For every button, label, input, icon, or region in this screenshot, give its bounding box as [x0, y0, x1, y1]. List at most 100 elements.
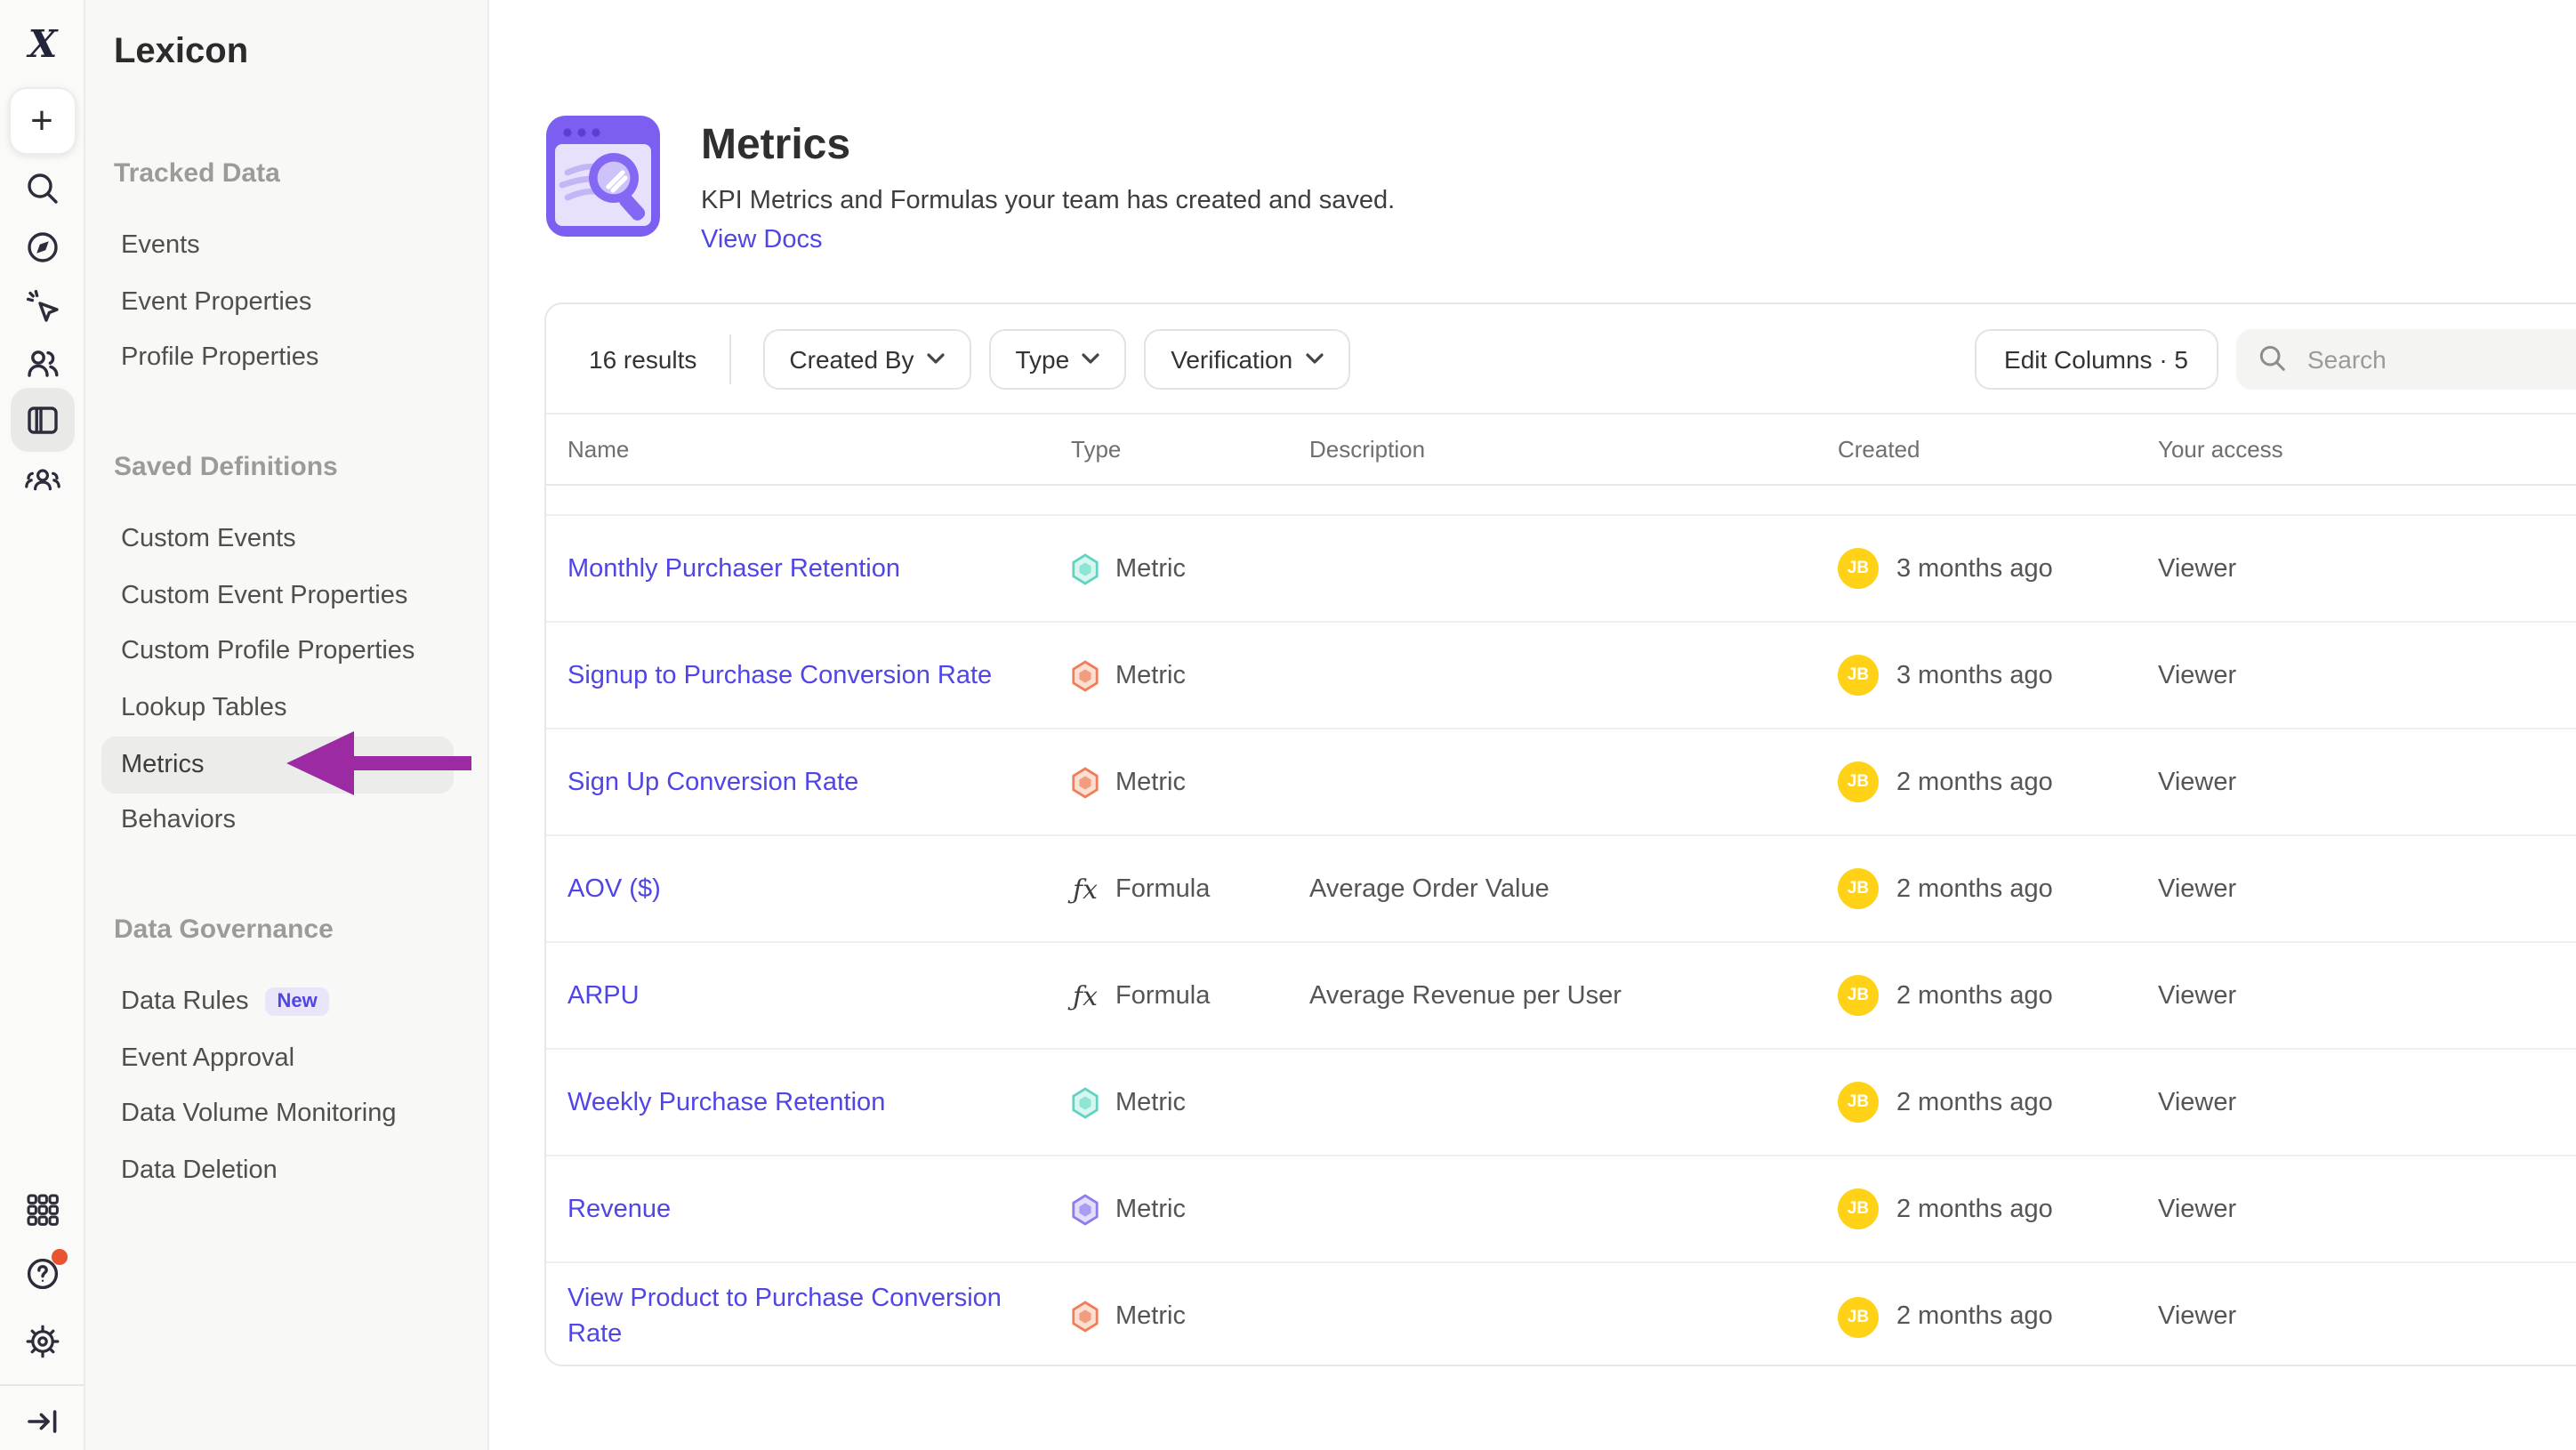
access-level: Viewer [2158, 1302, 2576, 1331]
toolbar-divider [729, 334, 730, 383]
created-ago: 2 months ago [1896, 874, 2053, 903]
settings-gear-icon[interactable] [10, 1309, 74, 1373]
type-label: Metric [1115, 1302, 1186, 1331]
search-box[interactable] [2236, 328, 2576, 389]
access-level: Viewer [2158, 661, 2576, 689]
metric-type-icon: ƒx [1071, 1086, 1099, 1118]
avatar: JB [1838, 761, 1879, 802]
sidebar-item-custom-event-properties[interactable]: Custom Event Properties [101, 568, 454, 624]
avatar: JB [1838, 1188, 1879, 1229]
sidebar-item-data-volume-monitoring[interactable]: Data Volume Monitoring [101, 1086, 454, 1142]
help-icon[interactable] [10, 1242, 74, 1306]
type-label: Metric [1115, 661, 1186, 689]
table-row: Signup to Purchase Conversion Rate ƒxMet… [546, 623, 2576, 729]
type-label: Metric [1115, 1088, 1186, 1116]
sidebar-item-custom-events[interactable]: Custom Events [101, 511, 454, 567]
type-label: Metric [1115, 768, 1186, 796]
sidebar-item-lookup-tables[interactable]: Lookup Tables [101, 680, 454, 736]
metrics-table-card: 16 results Created By Type Verification … [544, 302, 2576, 1366]
mixpanel-logo-icon[interactable]: X [10, 11, 74, 75]
section-tracked-data: Tracked Data [114, 157, 454, 192]
lexicon-sidebar: Lexicon Tracked Data Events Event Proper… [84, 0, 489, 1450]
sidebar-item-events[interactable]: Events [101, 217, 454, 273]
col-created: Created [1838, 436, 2158, 463]
chevron-down-icon [927, 352, 945, 365]
lexicon-metrics-page: X + [0, 0, 2576, 1450]
created-ago: 3 months ago [1896, 554, 2053, 583]
table-row: Weekly Purchase Retention ƒxMetric JB2 m… [546, 1050, 2576, 1156]
partially-scrolled-row [546, 486, 2576, 516]
results-count: 16 results [589, 344, 696, 373]
sidebar-item-data-deletion[interactable]: Data Deletion [101, 1143, 454, 1199]
sidebar-item-profile-properties[interactable]: Profile Properties [101, 330, 454, 386]
type-label: Formula [1115, 981, 1210, 1010]
view-docs-link[interactable]: View Docs [701, 225, 822, 254]
created-ago: 3 months ago [1896, 661, 2053, 689]
apps-grid-icon[interactable] [10, 1178, 74, 1242]
metric-name-link[interactable]: Sign Up Conversion Rate [568, 764, 1071, 800]
events-cursor-icon[interactable] [10, 274, 74, 338]
formula-type-icon: ƒx [1071, 873, 1099, 905]
created-ago: 2 months ago [1896, 1302, 2053, 1331]
edit-columns-button[interactable]: Edit Columns · 5 [1974, 328, 2218, 389]
sidebar-item-data-rules[interactable]: Data RulesNew [101, 973, 454, 1029]
metric-type-icon: ƒx [1071, 552, 1099, 584]
discover-compass-icon[interactable] [10, 215, 74, 279]
create-plus-button[interactable]: + [8, 87, 76, 155]
metric-type-icon: ƒx [1071, 1193, 1099, 1225]
chevron-down-icon [1082, 352, 1099, 365]
chevron-down-icon [1305, 352, 1323, 365]
metric-name-link[interactable]: View Product to Purchase Conversion Rate [568, 1281, 1071, 1352]
created-ago: 2 months ago [1896, 981, 2053, 1010]
metric-name-link[interactable]: Weekly Purchase Retention [568, 1084, 1071, 1120]
metric-name-link[interactable]: Revenue [568, 1191, 1071, 1227]
collapse-sidebar-icon[interactable] [10, 1390, 74, 1450]
cohorts-group-icon[interactable] [10, 448, 74, 512]
sidebar-item-metrics[interactable]: Metrics [101, 737, 454, 793]
search-icon[interactable] [10, 157, 74, 221]
main-content: Metrics KPI Metrics and Formulas your te… [489, 0, 2576, 1450]
section-data-governance: Data Governance [114, 913, 454, 948]
metrics-page-icon [544, 114, 662, 238]
filter-verification[interactable]: Verification [1144, 328, 1349, 389]
table-row: View Product to Purchase Conversion Rate… [546, 1263, 2576, 1366]
page-description: KPI Metrics and Formulas your team has c… [701, 186, 1395, 214]
type-label: Formula [1115, 874, 1210, 903]
users-icon[interactable] [10, 331, 74, 395]
access-level: Viewer [2158, 1088, 2576, 1116]
metric-name-link[interactable]: Signup to Purchase Conversion Rate [568, 657, 1071, 693]
metric-name-link[interactable]: AOV ($) [568, 871, 1071, 906]
table-row: Sign Up Conversion Rate ƒxMetric JB2 mon… [546, 729, 2576, 836]
sidebar-item-event-properties[interactable]: Event Properties [101, 273, 454, 329]
metric-description: Average Order Value [1309, 874, 1838, 903]
type-label: Metric [1115, 1195, 1186, 1223]
lexicon-book-icon[interactable] [10, 388, 74, 452]
created-ago: 2 months ago [1896, 768, 2053, 796]
avatar: JB [1838, 975, 1879, 1016]
metric-name-link[interactable]: Monthly Purchaser Retention [568, 551, 1071, 586]
sidebar-item-event-approval[interactable]: Event Approval [101, 1030, 454, 1086]
col-name: Name [568, 436, 1071, 463]
sidebar-item-behaviors[interactable]: Behaviors [101, 793, 454, 849]
filter-type[interactable]: Type [989, 328, 1127, 389]
access-level: Viewer [2158, 768, 2576, 796]
metric-type-icon: ƒx [1071, 1301, 1099, 1333]
metric-description: Average Revenue per User [1309, 981, 1838, 1010]
access-level: Viewer [2158, 874, 2576, 903]
formula-type-icon: ƒx [1071, 979, 1099, 1011]
access-level: Viewer [2158, 554, 2576, 583]
search-icon [2258, 343, 2288, 374]
icon-rail: X + [0, 0, 85, 1450]
table-row: Revenue ƒxMetric JB2 months ago Viewer [546, 1156, 2576, 1263]
col-type: Type [1071, 436, 1309, 463]
rail-divider [0, 1384, 84, 1386]
page-header: Metrics KPI Metrics and Formulas your te… [544, 114, 2576, 255]
access-level: Viewer [2158, 1195, 2576, 1223]
filter-created-by[interactable]: Created By [762, 328, 970, 389]
avatar: JB [1838, 1296, 1879, 1337]
search-input[interactable] [2304, 342, 2576, 375]
table-toolbar: 16 results Created By Type Verification … [546, 304, 2576, 415]
new-badge: New [264, 987, 329, 1016]
metric-name-link[interactable]: ARPU [568, 978, 1071, 1013]
sidebar-item-custom-profile-properties[interactable]: Custom Profile Properties [101, 624, 454, 680]
